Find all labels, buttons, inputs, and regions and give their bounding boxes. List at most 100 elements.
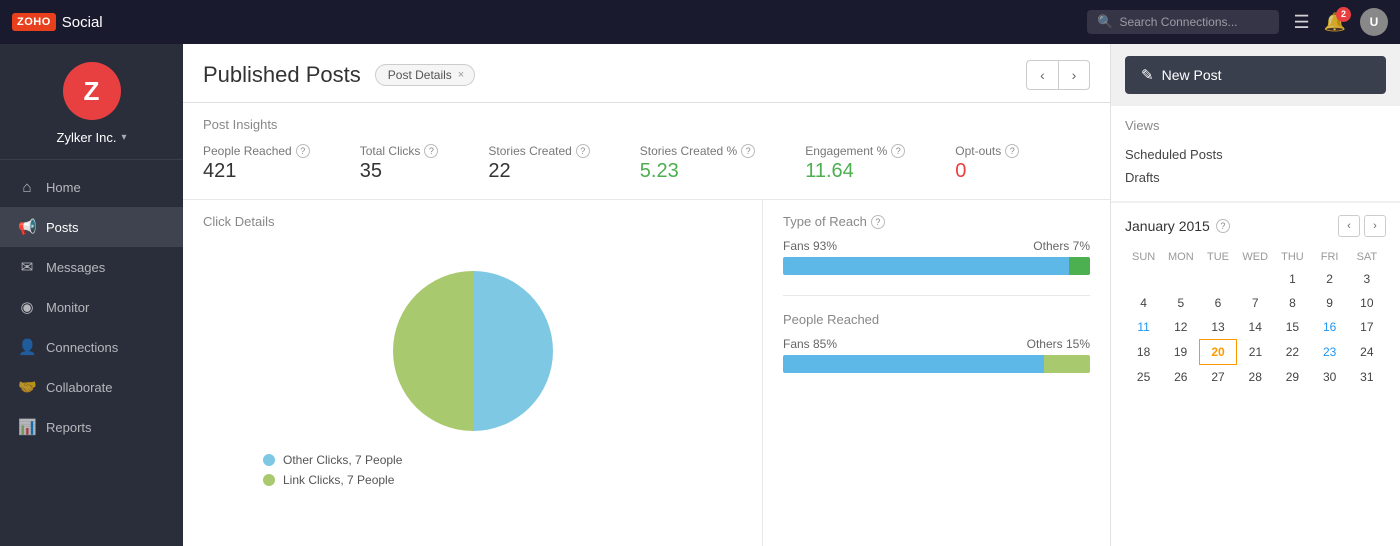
reports-icon: 📊 [18, 418, 36, 436]
metric-value-engagement-pct: 11.64 [805, 160, 905, 183]
calendar-empty [1125, 267, 1162, 291]
day-header-sat: SAT [1348, 247, 1385, 267]
calendar-day-13[interactable]: 13 [1199, 315, 1236, 340]
calendar-day-headers: SUN MON TUE WED THU FRI SAT [1125, 247, 1386, 267]
help-icon-stories-created[interactable]: ? [576, 144, 590, 158]
help-icon-engagement-pct[interactable]: ? [891, 144, 905, 158]
drafts-link[interactable]: Drafts [1125, 166, 1386, 189]
calendar-day-3[interactable]: 3 [1348, 267, 1385, 291]
help-icon-stories-pct[interactable]: ? [741, 144, 755, 158]
calendar-day-1[interactable]: 1 [1274, 267, 1311, 291]
fans-label-people: Fans 85% [783, 337, 837, 351]
calendar-day-18[interactable]: 18 [1125, 340, 1162, 365]
calendar-day-14[interactable]: 14 [1237, 315, 1274, 340]
profile-avatar: Z [63, 62, 121, 120]
sidebar-item-monitor[interactable]: ◉ Monitor [0, 287, 183, 327]
calendar-day-29[interactable]: 29 [1274, 365, 1311, 390]
fans-bar-reach [783, 257, 1069, 275]
prev-arrow-button[interactable]: ‹ [1026, 60, 1058, 90]
notification-icon[interactable]: 🔔 2 [1324, 12, 1346, 33]
people-reached-bar [783, 355, 1090, 373]
calendar-day-31[interactable]: 31 [1348, 365, 1385, 390]
calendar-day-11[interactable]: 11 [1125, 315, 1162, 340]
calendar-day-5[interactable]: 5 [1162, 291, 1199, 315]
calendar-day-9[interactable]: 9 [1311, 291, 1348, 315]
menu-icon[interactable]: ☰ [1293, 12, 1309, 33]
calendar-day-22[interactable]: 22 [1274, 340, 1311, 365]
user-avatar[interactable]: U [1360, 8, 1388, 36]
calendar-day-8[interactable]: 8 [1274, 291, 1311, 315]
sidebar-item-reports[interactable]: 📊 Reports [0, 407, 183, 447]
calendar-day-30[interactable]: 30 [1311, 365, 1348, 390]
collaborate-icon: 🤝 [18, 378, 36, 396]
post-details-tab[interactable]: Post Details × [375, 64, 475, 86]
help-icon-optouts[interactable]: ? [1005, 144, 1019, 158]
calendar-day-12[interactable]: 12 [1162, 315, 1199, 340]
new-post-button[interactable]: ✎ New Post [1125, 56, 1386, 94]
search-input[interactable] [1119, 15, 1269, 29]
day-header-wed: WED [1237, 247, 1274, 267]
fans-bar-people [783, 355, 1044, 373]
help-icon-calendar[interactable]: ? [1216, 219, 1230, 233]
next-arrow-button[interactable]: › [1058, 60, 1090, 90]
main-layout: Z Zylker Inc. ▾ ⌂ Home 📢 Posts ✉ Message… [0, 44, 1400, 546]
close-tab-icon[interactable]: × [458, 70, 464, 81]
tab-label: Post Details [388, 68, 452, 82]
day-header-thu: THU [1274, 247, 1311, 267]
pie-legend: Other Clicks, 7 People Link Clicks, 7 Pe… [263, 453, 402, 487]
calendar-day-26[interactable]: 26 [1162, 365, 1199, 390]
profile-name-button[interactable]: Zylker Inc. ▾ [57, 130, 127, 145]
sidebar-item-collaborate[interactable]: 🤝 Collaborate [0, 367, 183, 407]
calendar-day-17[interactable]: 17 [1348, 315, 1385, 340]
sidebar-item-connections[interactable]: 👤 Connections [0, 327, 183, 367]
calendar-prev-button[interactable]: ‹ [1338, 215, 1360, 237]
calendar-day-10[interactable]: 10 [1348, 291, 1385, 315]
calendar-day-21[interactable]: 21 [1237, 340, 1274, 365]
calendar-day-27[interactable]: 27 [1199, 365, 1236, 390]
calendar-day-19[interactable]: 19 [1162, 340, 1199, 365]
calendar-day-28[interactable]: 28 [1237, 365, 1274, 390]
topbar: ZOHO Social 🔍 ☰ 🔔 2 U [0, 0, 1400, 44]
metric-optouts: Opt-outs ? 0 [955, 144, 1019, 183]
calendar-next-button[interactable]: › [1364, 215, 1386, 237]
metric-value-stories-created: 22 [488, 160, 589, 183]
help-icon-people-reached[interactable]: ? [296, 144, 310, 158]
search-box[interactable]: 🔍 [1087, 10, 1279, 34]
search-icon: 🔍 [1097, 14, 1113, 30]
metric-stories-pct: Stories Created % ? 5.23 [640, 144, 755, 183]
calendar-day-25[interactable]: 25 [1125, 365, 1162, 390]
zoho-logo: ZOHO [12, 13, 56, 31]
calendar-day-15[interactable]: 15 [1274, 315, 1311, 340]
calendar-day-24[interactable]: 24 [1348, 340, 1385, 365]
logo-area: ZOHO Social [12, 13, 103, 31]
metric-stories-created: Stories Created ? 22 [488, 144, 589, 183]
calendar-day-6[interactable]: 6 [1199, 291, 1236, 315]
sidebar: Z Zylker Inc. ▾ ⌂ Home 📢 Posts ✉ Message… [0, 44, 183, 546]
calendar-day-4[interactable]: 4 [1125, 291, 1162, 315]
metric-engagement-pct: Engagement % ? 11.64 [805, 144, 905, 183]
day-header-mon: MON [1162, 247, 1199, 267]
calendar-day-20[interactable]: 20 [1199, 340, 1236, 365]
people-reached-bar-labels: Fans 85% Others 15% [783, 337, 1090, 351]
legend-dot-link [263, 474, 275, 486]
help-icon-type-reach[interactable]: ? [871, 215, 885, 229]
calendar-day-16[interactable]: 16 [1311, 315, 1348, 340]
calendar-day-23[interactable]: 23 [1311, 340, 1348, 365]
calendar-day-2[interactable]: 2 [1311, 267, 1348, 291]
sidebar-item-messages[interactable]: ✉ Messages [0, 247, 183, 287]
nav-arrows: ‹ › [1026, 60, 1090, 90]
calendar-grid: SUN MON TUE WED THU FRI SAT 123456789101… [1125, 247, 1386, 389]
nav-items: ⌂ Home 📢 Posts ✉ Messages ◉ Monitor 👤 Co… [0, 160, 183, 546]
help-icon-total-clicks[interactable]: ? [424, 144, 438, 158]
calendar-section: January 2015 ? ‹ › SUN MON TUE WED THU [1111, 203, 1400, 546]
page-title: Published Posts [203, 62, 361, 88]
calendar-title: January 2015 ? [1125, 218, 1230, 234]
day-header-tue: TUE [1199, 247, 1236, 267]
click-details-title: Click Details [203, 214, 742, 229]
sidebar-item-home[interactable]: ⌂ Home [0, 168, 183, 207]
sidebar-item-posts[interactable]: 📢 Posts [0, 207, 183, 247]
scheduled-posts-link[interactable]: Scheduled Posts [1125, 143, 1386, 166]
others-label-reach: Others 7% [1033, 239, 1090, 253]
calendar-day-7[interactable]: 7 [1237, 291, 1274, 315]
content-area: Published Posts Post Details × ‹ › Post … [183, 44, 1110, 546]
